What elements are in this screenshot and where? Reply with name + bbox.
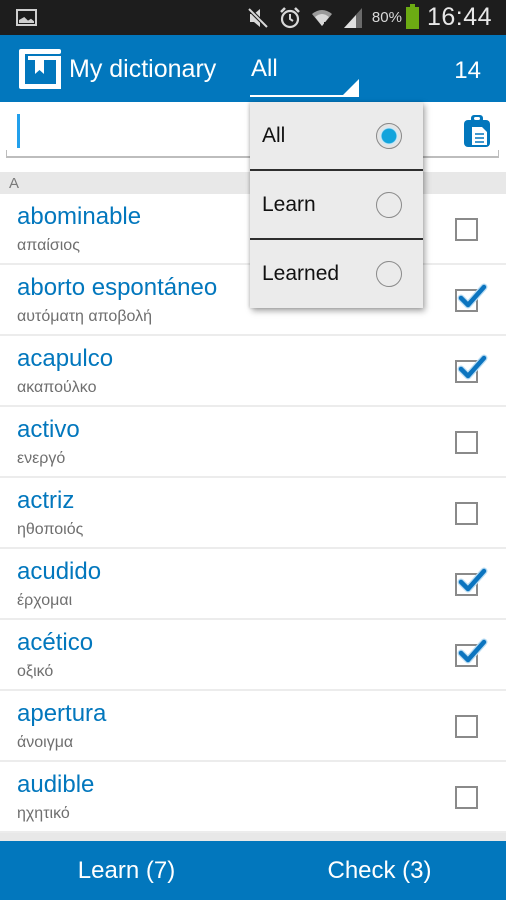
entry-translation: απαίσιος	[17, 237, 80, 254]
filter-option-label: All	[262, 124, 286, 147]
entry-word: aborto espontáneo	[17, 274, 218, 301]
dictionary-book-icon[interactable]	[16, 46, 63, 92]
battery-percent: 80%	[371, 9, 402, 26]
entry-translation: ενεργό	[17, 450, 66, 467]
learned-checkbox[interactable]	[455, 567, 488, 596]
list-item[interactable]: acético οξικό	[0, 620, 506, 691]
entry-word: abominable	[17, 203, 142, 230]
spinner-arrow-icon	[343, 79, 359, 95]
entry-word: activo	[17, 416, 80, 443]
learned-checkbox[interactable]	[455, 502, 478, 525]
list-item[interactable]: apertura άνοιγμα	[0, 691, 506, 762]
entry-word: actriz	[17, 487, 75, 514]
radio-button[interactable]	[376, 192, 402, 218]
checkmark-icon	[457, 354, 488, 380]
alarm-icon	[280, 6, 300, 28]
learned-checkbox[interactable]	[455, 715, 478, 738]
list-item[interactable]: actriz ηθοποιός	[0, 478, 506, 549]
entry-translation: ηχητικό	[17, 805, 70, 822]
entry-word: audible	[17, 771, 95, 798]
entry-word: acapulco	[17, 345, 114, 372]
clock-time: 16:44	[426, 3, 492, 31]
entry-translation: οξικό	[17, 663, 54, 680]
list-item[interactable]: audible ηχητικό	[0, 762, 506, 833]
check-button[interactable]: Check (3)	[253, 841, 506, 900]
list-item[interactable]: acapulco ακαπούλκο	[0, 336, 506, 407]
image-notification-icon	[16, 9, 37, 26]
filter-option-learn[interactable]: Learn	[250, 171, 423, 240]
list-item[interactable]: activo ενεργό	[0, 407, 506, 478]
learned-checkbox[interactable]	[455, 786, 478, 809]
entry-translation: ηθοποιός	[17, 521, 84, 538]
filter-spinner[interactable]: All	[250, 49, 359, 97]
entry-word: acudido	[17, 558, 102, 585]
filter-option-label: Learn	[262, 193, 316, 216]
input-edge-right	[498, 150, 499, 156]
radio-button[interactable]	[376, 123, 402, 149]
clipboard-icon[interactable]	[462, 114, 492, 148]
entry-translation: άνοιγμα	[17, 734, 74, 751]
entry-word: acético	[17, 629, 94, 656]
learned-checkbox[interactable]	[455, 218, 478, 241]
signal-icon	[343, 7, 362, 28]
entry-word: apertura	[17, 700, 107, 727]
filter-dropdown-menu: All Learn Learned	[250, 102, 423, 308]
input-edge-left	[6, 150, 7, 156]
learned-checkbox[interactable]	[455, 431, 478, 454]
list-item[interactable]: acudido έρχομαι	[0, 549, 506, 620]
filter-value: All	[251, 55, 278, 82]
app-bar: My dictionary All 14	[0, 35, 506, 102]
bottom-action-bar: Learn (7) Check (3)	[0, 841, 506, 900]
status-bar: 80% 16:44	[0, 0, 506, 35]
learned-checkbox[interactable]	[455, 354, 488, 383]
learn-button[interactable]: Learn (7)	[0, 841, 253, 900]
radio-button[interactable]	[376, 261, 402, 287]
entry-translation: έρχομαι	[17, 592, 73, 609]
checkmark-icon	[457, 283, 488, 309]
wifi-icon	[311, 9, 332, 28]
entry-translation: ακαπούλκο	[17, 379, 97, 396]
learned-checkbox[interactable]	[455, 638, 488, 667]
filter-option-learned[interactable]: Learned	[250, 240, 423, 306]
battery-icon	[405, 3, 419, 29]
learned-checkbox[interactable]	[455, 283, 488, 312]
checkmark-icon	[457, 638, 488, 664]
entry-translation: αυτόματη αποβολή	[17, 308, 153, 325]
word-count: 14	[454, 57, 481, 84]
mute-icon	[247, 7, 269, 28]
checkmark-icon	[457, 567, 488, 593]
filter-option-all[interactable]: All	[250, 102, 423, 171]
text-cursor	[17, 114, 20, 148]
filter-option-label: Learned	[262, 262, 340, 285]
status-icons: 80% 16:44	[246, 0, 492, 35]
app-title: My dictionary	[69, 55, 217, 83]
